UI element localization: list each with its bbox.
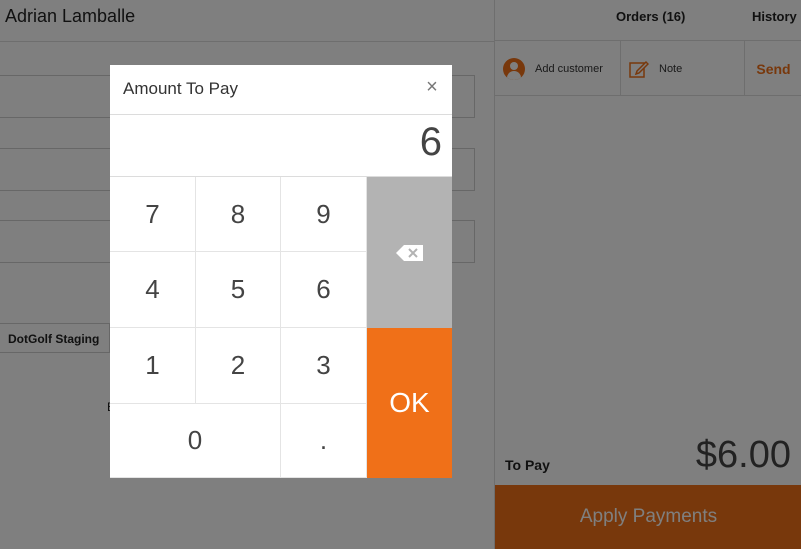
key-9[interactable]: 9 xyxy=(281,177,367,252)
ok-button[interactable]: OK xyxy=(367,328,452,478)
key-5[interactable]: 5 xyxy=(196,252,281,328)
backspace-button[interactable] xyxy=(367,177,452,328)
amount-display: 6 xyxy=(110,115,452,177)
backspace-icon xyxy=(395,244,423,261)
key-7[interactable]: 7 xyxy=(110,177,196,252)
key-4[interactable]: 4 xyxy=(110,252,196,328)
key-2[interactable]: 2 xyxy=(196,328,281,404)
dialog-title: Amount To Pay xyxy=(123,79,238,98)
dialog-header: Amount To Pay × xyxy=(110,65,452,115)
amount-to-pay-dialog: Amount To Pay × 6 7 8 9 4 5 6 1 2 3 0 . … xyxy=(110,65,452,478)
key-0[interactable]: 0 xyxy=(110,404,281,478)
key-6[interactable]: 6 xyxy=(281,252,367,328)
numeric-keypad: 7 8 9 4 5 6 1 2 3 0 . OK xyxy=(110,177,452,478)
key-3[interactable]: 3 xyxy=(281,328,367,404)
key-8[interactable]: 8 xyxy=(196,177,281,252)
key-decimal[interactable]: . xyxy=(281,404,367,478)
close-icon[interactable]: × xyxy=(422,77,442,97)
key-1[interactable]: 1 xyxy=(110,328,196,404)
amount-display-value: 6 xyxy=(419,120,442,164)
